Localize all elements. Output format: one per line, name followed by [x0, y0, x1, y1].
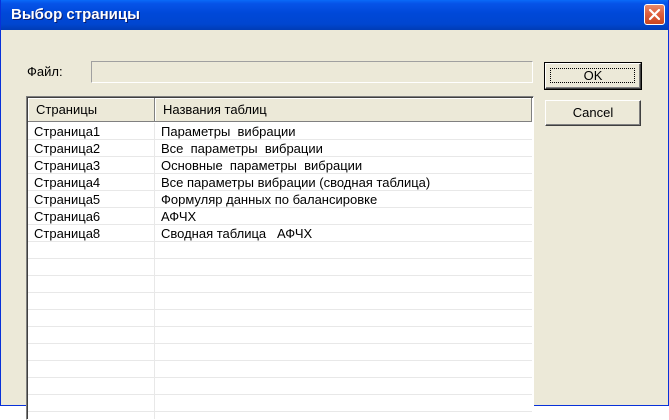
table-row[interactable] — [28, 344, 532, 361]
table-row[interactable]: Страница1 Параметры вибрации — [28, 123, 532, 140]
table-name-cell: Формуляр данных по балансировке — [161, 192, 378, 207]
close-button[interactable] — [644, 4, 665, 25]
dialog-window: Выбор страницы Файл: Страницы Названия т… — [0, 0, 669, 420]
page-name-cell: Страница3 — [34, 158, 101, 173]
table-name-cell: Основные параметры вибрации — [161, 158, 363, 173]
list-rows: Страница1 Параметры вибрации Страница2 Все … — [28, 123, 532, 412]
file-field — [91, 61, 533, 83]
table-row[interactable] — [28, 293, 532, 310]
ok-button[interactable]: OK — [544, 62, 642, 90]
table-row[interactable]: Страница6 АФЧХ — [28, 208, 532, 225]
table-name-cell: Все параметры вибрации (сводная таблица) — [161, 175, 431, 190]
list-header: Страницы Названия таблиц — [28, 98, 532, 122]
table-name-cell: Сводная таблица АФЧХ — [161, 226, 313, 241]
page-name-cell: Страница2 — [34, 141, 101, 156]
page-name-cell: Страница1 — [34, 124, 101, 139]
close-icon — [648, 8, 661, 21]
table-row[interactable]: Страница8 Сводная таблица АФЧХ — [28, 225, 532, 242]
table-name-cell: АФЧХ — [161, 209, 197, 224]
table-name-cell: Все параметры вибрации — [161, 141, 323, 156]
table-row[interactable] — [28, 242, 532, 259]
table-row[interactable] — [28, 327, 532, 344]
table-row[interactable] — [28, 395, 532, 412]
cancel-button[interactable]: Cancel — [545, 100, 641, 126]
table-row[interactable]: Страница3 Основные параметры вибрации — [28, 157, 532, 174]
table-row[interactable]: Страница5 Формуляр данных по балансировке — [28, 191, 532, 208]
cancel-label: Cancel — [572, 105, 614, 120]
page-name-cell: Страница4 — [34, 175, 101, 190]
table-row[interactable] — [28, 378, 532, 395]
column-header-pages[interactable]: Страницы — [28, 98, 155, 122]
table-row[interactable]: Страница4 Все параметры вибрации (сводная… — [28, 174, 532, 191]
page-name-cell: Страница6 — [34, 209, 101, 224]
title-bar[interactable]: Выбор страницы — [1, 0, 668, 30]
page-name-cell: Страница5 — [34, 192, 101, 207]
file-label: Файл: — [27, 64, 63, 79]
dialog-body: Файл: Страницы Названия таблиц Страница1… — [1, 30, 668, 420]
table-row[interactable] — [28, 259, 532, 276]
table-row[interactable] — [28, 361, 532, 378]
table-row[interactable]: Страница2 Все параметры вибрации — [28, 140, 532, 157]
focus-indicator — [550, 68, 635, 83]
table-name-cell: Параметры вибрации — [161, 124, 296, 139]
table-row[interactable] — [28, 310, 532, 327]
column-header-table-names[interactable]: Названия таблиц — [155, 98, 532, 122]
window-title: Выбор страницы — [11, 6, 140, 23]
table-row[interactable] — [28, 276, 532, 293]
pages-list[interactable]: Страницы Названия таблиц Страница1 Параме… — [26, 96, 534, 420]
page-name-cell: Страница8 — [34, 226, 101, 241]
